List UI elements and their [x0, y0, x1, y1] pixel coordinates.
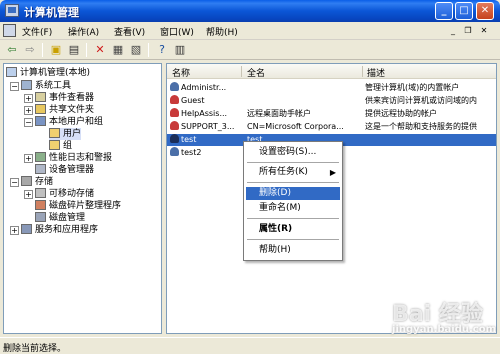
menu-help[interactable]: 帮助(H) [246, 244, 340, 257]
tree-item-local-users-groups[interactable]: 本地用户和组 [35, 116, 103, 128]
tree-item-shared-folders[interactable]: 共享文件夹 [35, 104, 94, 116]
event-viewer-icon [35, 92, 46, 102]
tree-item-perf-logs[interactable]: 性能日志和警报 [35, 152, 112, 164]
console-menu-icon[interactable] [3, 24, 16, 37]
tree-item-users[interactable]: 用户 [49, 128, 82, 140]
tree-item-root[interactable]: 计算机管理(本地) [6, 67, 90, 79]
disabled-user-icon [170, 95, 179, 104]
delete-icon[interactable]: ✕ [92, 42, 108, 58]
menu-delete[interactable]: 删除(D) [246, 187, 340, 200]
tree-item-defrag[interactable]: 磁盘碎片整理程序 [35, 200, 121, 212]
defrag-icon [35, 200, 46, 210]
mdi-close-button[interactable]: ✕ [478, 25, 490, 37]
show-tree-icon[interactable]: ▤ [66, 42, 82, 58]
users-groups-icon [35, 116, 46, 126]
console-icon[interactable]: ▥ [172, 42, 188, 58]
list-header: 名称 全名 描述 [167, 64, 496, 79]
expand-toggle[interactable]: + [24, 106, 33, 115]
collapse-toggle[interactable]: − [10, 82, 19, 91]
disabled-user-icon [170, 108, 179, 117]
watermark: Bai 经验 jingyan.baidu.com [392, 302, 496, 335]
properties-icon[interactable]: ▦ [110, 42, 126, 58]
menu-file[interactable]: 文件(F) [22, 25, 52, 38]
list-row[interactable]: Guest 供来宾访问计算机或访问域的内 [167, 95, 496, 107]
menu-properties[interactable]: 属性(R) [246, 223, 340, 236]
status-text: 删除当前选择。 [3, 344, 67, 354]
list-row[interactable]: HelpAssis... 远程桌面助手帐户 提供远程协助的帐户 [167, 108, 496, 120]
user-icon [170, 82, 179, 91]
menu-bar: 文件(F) 操作(A) 查看(V) 窗口(W) 帮助(H) _ ❐ ✕ [0, 22, 500, 40]
title-bar[interactable]: 计算机管理 _ □ ✕ [0, 0, 500, 22]
removable-storage-icon [35, 188, 46, 198]
export-icon[interactable]: ▧ [128, 42, 144, 58]
user-icon [170, 147, 179, 156]
collapse-toggle[interactable]: − [10, 178, 19, 187]
disk-management-icon [35, 212, 46, 222]
tree-pane[interactable]: 计算机管理(本地) − 系统工具 + 事件查看器 + 共享文件夹 − 本地用户和… [3, 63, 162, 334]
computer-management-icon [5, 4, 19, 17]
tree-item-system-tools[interactable]: 系统工具 [21, 80, 71, 92]
menu-view[interactable]: 查看(V) [114, 25, 145, 38]
toolbar: ⇦ ⇨ ▣ ▤ ✕ ▦ ▧ ? ▥ [0, 40, 500, 60]
help-icon[interactable]: ? [154, 42, 170, 58]
tree-item-disk-management[interactable]: 磁盘管理 [35, 212, 85, 224]
minimize-button[interactable]: _ [435, 2, 453, 20]
performance-icon [35, 152, 46, 162]
folder-icon [49, 140, 60, 150]
menu-help[interactable]: 帮助(H) [206, 25, 238, 38]
column-header-fullname[interactable]: 全名 [247, 66, 265, 79]
disabled-user-icon [170, 121, 179, 130]
device-manager-icon [35, 164, 46, 174]
forward-arrow-icon[interactable]: ⇨ [22, 42, 38, 58]
services-icon [21, 224, 32, 234]
mdi-restore-button[interactable]: ❐ [462, 25, 474, 37]
menu-rename[interactable]: 重命名(M) [246, 202, 340, 215]
menu-window[interactable]: 窗口(W) [160, 25, 194, 38]
status-bar: 删除当前选择。 [0, 337, 500, 354]
close-button[interactable]: ✕ [476, 2, 494, 20]
list-row[interactable]: Administr... 管理计算机(域)的内置帐户 [167, 82, 496, 94]
menu-all-tasks[interactable]: 所有任务(K) ▶ [246, 166, 340, 179]
column-header-name[interactable]: 名称 [172, 66, 190, 79]
context-menu: 设置密码(S)... 所有任务(K) ▶ 删除(D) 重命名(M) 属性(R) 帮… [243, 141, 343, 261]
menu-set-password[interactable]: 设置密码(S)... [246, 146, 340, 159]
storage-icon [21, 176, 32, 186]
maximize-button[interactable]: □ [455, 2, 473, 20]
mdi-minimize-button[interactable]: _ [447, 25, 459, 37]
menu-action[interactable]: 操作(A) [68, 25, 99, 38]
up-folder-icon[interactable]: ▣ [48, 42, 64, 58]
user-icon [170, 134, 179, 143]
folder-open-icon [49, 128, 60, 138]
list-row[interactable]: SUPPORT_3... CN=Microsoft Corpora... 这是一… [167, 121, 496, 133]
tree-item-groups[interactable]: 组 [49, 140, 72, 152]
expand-toggle[interactable]: + [24, 94, 33, 103]
back-arrow-icon[interactable]: ⇦ [4, 42, 20, 58]
tree-item-services-apps[interactable]: 服务和应用程序 [21, 224, 98, 236]
tree-item-device-manager[interactable]: 设备管理器 [35, 164, 94, 176]
window-title: 计算机管理 [24, 6, 79, 19]
computer-icon [6, 67, 17, 77]
submenu-arrow-icon: ▶ [329, 168, 336, 177]
shared-folder-icon [35, 104, 46, 114]
expand-toggle[interactable]: + [10, 226, 19, 235]
column-header-description[interactable]: 描述 [367, 66, 385, 79]
expand-toggle[interactable]: + [24, 154, 33, 163]
tree-item-removable-storage[interactable]: 可移动存储 [35, 188, 94, 200]
system-tools-icon [21, 80, 32, 90]
expand-toggle[interactable]: + [24, 190, 33, 199]
collapse-toggle[interactable]: − [24, 118, 33, 127]
tree-item-event-viewer[interactable]: 事件查看器 [35, 92, 94, 104]
tree-item-storage[interactable]: 存储 [21, 176, 53, 188]
